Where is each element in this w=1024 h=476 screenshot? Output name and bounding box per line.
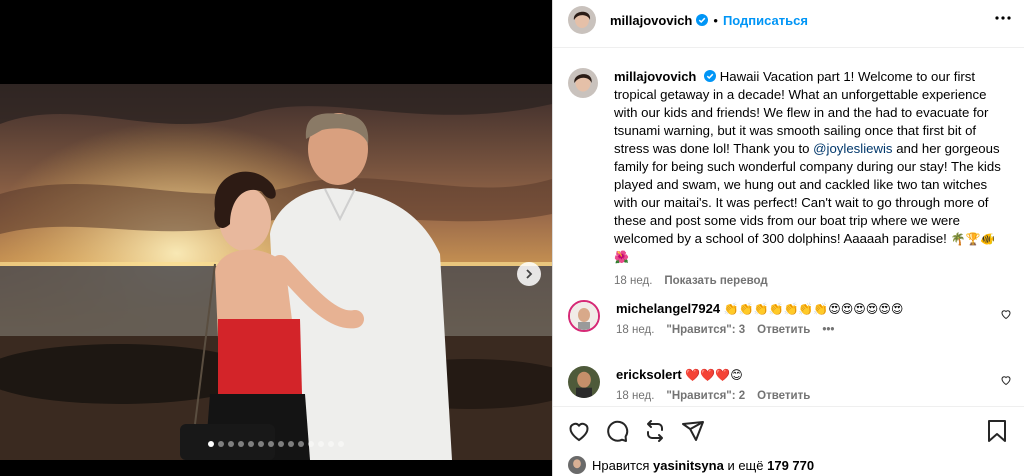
caption-mention-link[interactable]: @joylesliewis bbox=[813, 141, 892, 156]
reply-button[interactable]: Ответить bbox=[757, 324, 810, 336]
like-comment-icon[interactable] bbox=[1000, 374, 1012, 386]
post-caption: millajovovich Hawaii Vacation part 1! We… bbox=[568, 68, 1008, 290]
reply-button[interactable]: Ответить bbox=[757, 390, 810, 402]
action-bar bbox=[567, 419, 705, 443]
comment-username[interactable]: ericksolert bbox=[616, 367, 682, 382]
translate-button[interactable]: Показать перевод bbox=[664, 272, 767, 290]
comment-text: ❤️❤️❤️😊 bbox=[685, 368, 743, 382]
share-paper-plane-icon[interactable] bbox=[681, 419, 705, 443]
carousel-dot bbox=[258, 441, 264, 447]
likes-count[interactable]: 179 770 bbox=[767, 458, 814, 473]
comment-likes[interactable]: "Нравится": 2 bbox=[666, 390, 745, 402]
caption-username[interactable]: millajovovich bbox=[614, 69, 696, 84]
carousel-dot bbox=[338, 441, 344, 447]
comment-time[interactable]: 18 нед. bbox=[616, 390, 654, 402]
post-header: millajovovich • Подписаться bbox=[553, 0, 1024, 40]
carousel-dot bbox=[208, 441, 214, 447]
caption-text-rest: and her gorgeous family for being such w… bbox=[614, 141, 1001, 246]
bookmark-icon[interactable] bbox=[986, 419, 1008, 443]
repost-icon[interactable] bbox=[643, 419, 667, 443]
carousel-dot bbox=[248, 441, 254, 447]
carousel-dot bbox=[218, 441, 224, 447]
like-heart-icon[interactable] bbox=[567, 419, 591, 443]
comment-likes[interactable]: "Нравится": 3 bbox=[666, 324, 745, 336]
comment-bubble-icon[interactable] bbox=[605, 419, 629, 443]
commenter-avatar[interactable] bbox=[568, 366, 600, 398]
separator: • bbox=[713, 12, 718, 28]
verified-badge-icon bbox=[696, 14, 709, 26]
verified-badge-icon bbox=[704, 70, 717, 82]
author-avatar[interactable] bbox=[568, 6, 596, 34]
post-time[interactable]: 18 нед. bbox=[614, 272, 652, 290]
commenter-avatar[interactable] bbox=[568, 300, 600, 332]
carousel-dot bbox=[308, 441, 314, 447]
carousel-dot bbox=[278, 441, 284, 447]
carousel-dot bbox=[228, 441, 234, 447]
follow-button[interactable]: Подписаться bbox=[723, 13, 808, 28]
carousel-dot bbox=[298, 441, 304, 447]
divider bbox=[553, 47, 1024, 48]
like-comment-icon[interactable] bbox=[1000, 308, 1012, 320]
carousel-dot bbox=[268, 441, 274, 447]
author-avatar[interactable] bbox=[568, 68, 598, 98]
comment-item: ericksolert ❤️❤️❤️😊 18 нед. "Нравится": … bbox=[568, 366, 1011, 402]
comment-item: michelangel7924 👏👏👏👏👏👏👏😍😍😍😍😍😍 18 нед. "Н… bbox=[568, 300, 1011, 336]
comment-username[interactable]: michelangel7924 bbox=[616, 301, 720, 316]
divider bbox=[553, 406, 1024, 407]
next-slide-button[interactable] bbox=[517, 262, 541, 286]
comment-more-options[interactable]: ••• bbox=[822, 324, 834, 336]
author-username[interactable]: millajovovich bbox=[610, 13, 692, 28]
carousel-dot bbox=[288, 441, 294, 447]
carousel-dot bbox=[238, 441, 244, 447]
likes-summary: Нравится yasinitsyna и ещё 179 770 bbox=[568, 456, 814, 474]
caption-flower-emoji: 🌺 bbox=[614, 250, 629, 264]
liker-avatar[interactable] bbox=[568, 456, 586, 474]
post-media[interactable] bbox=[0, 0, 552, 476]
carousel-dot bbox=[328, 441, 334, 447]
likes-middle: и ещё bbox=[727, 457, 764, 473]
comment-text: 👏👏👏👏👏👏👏😍😍😍😍😍😍 bbox=[723, 302, 904, 316]
post-panel: millajovovich • Подписаться millajovovic… bbox=[552, 0, 1024, 476]
liker-username[interactable]: yasinitsyna bbox=[653, 458, 724, 473]
post-photo bbox=[0, 84, 552, 460]
likes-prefix: Нравится bbox=[592, 457, 650, 473]
comment-time[interactable]: 18 нед. bbox=[616, 324, 654, 336]
caption-emojis: 🌴🏆🐠 bbox=[950, 232, 996, 246]
carousel-indicator bbox=[208, 441, 344, 447]
carousel-dot bbox=[318, 441, 324, 447]
more-options-icon[interactable] bbox=[995, 12, 1011, 24]
chevron-right-icon bbox=[526, 269, 533, 279]
caption-meta: 18 нед. Показать перевод bbox=[614, 272, 1006, 290]
